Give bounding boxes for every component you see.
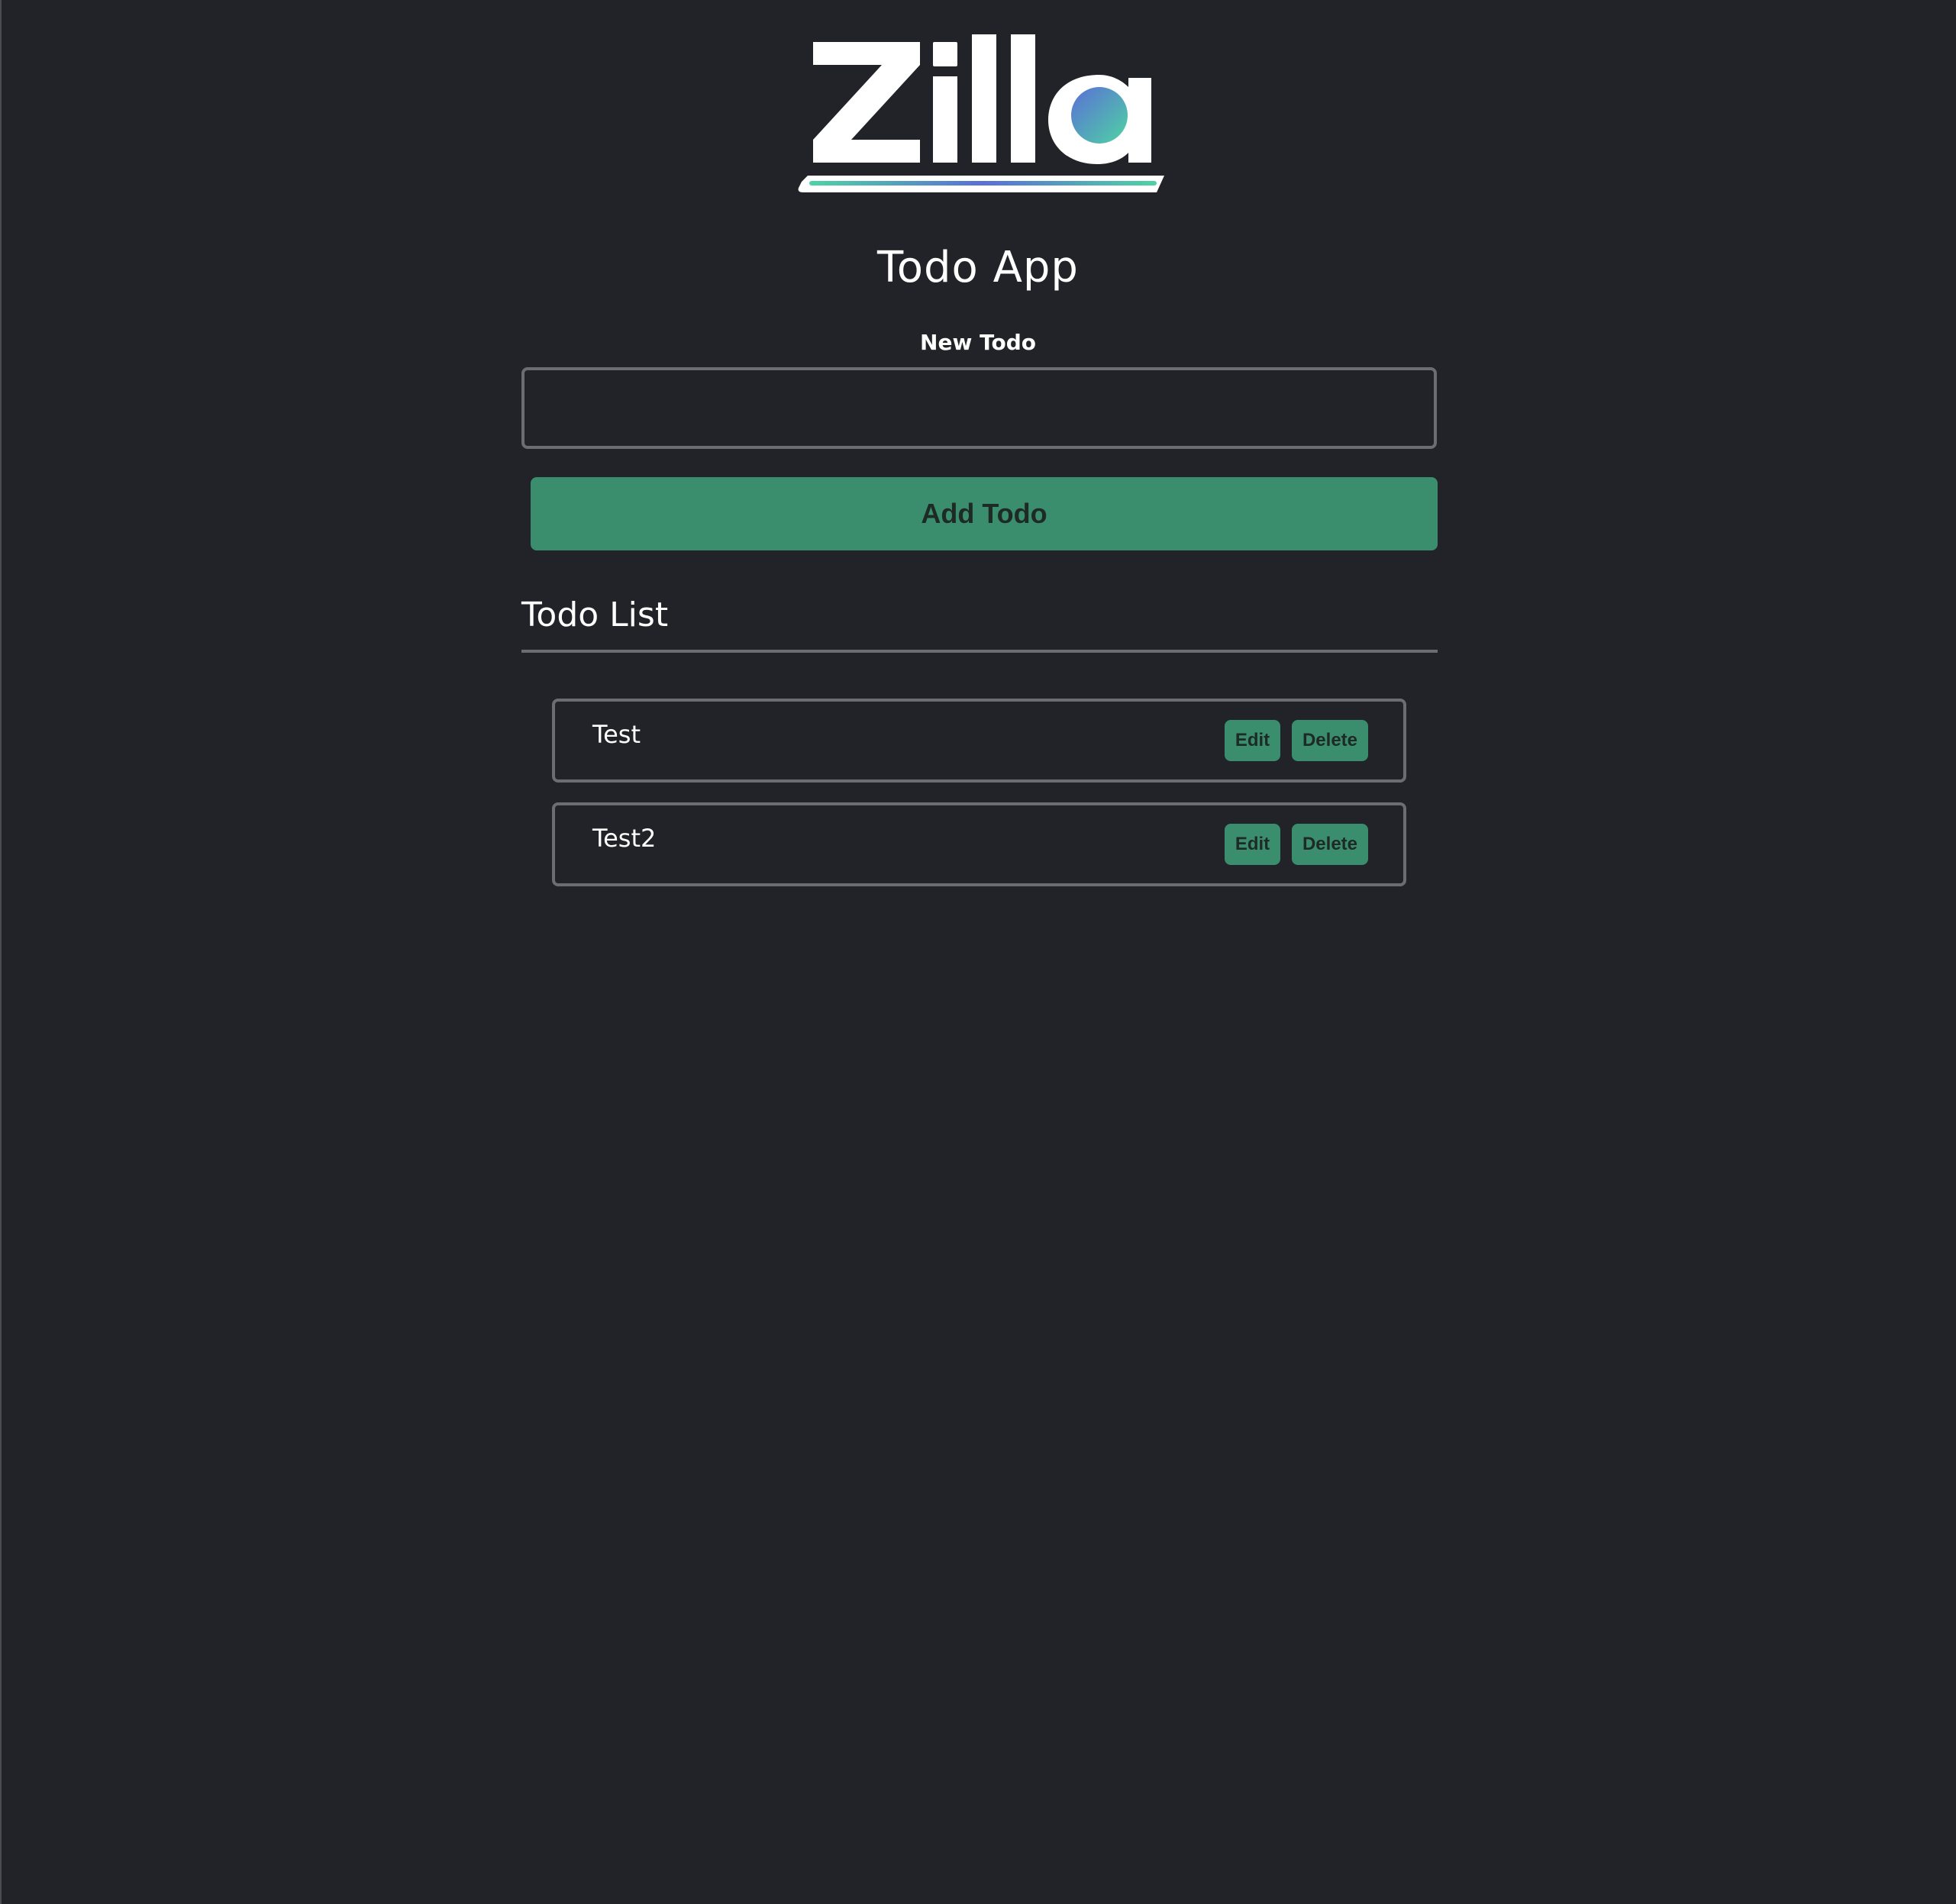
page-title: Todo App (877, 243, 1079, 292)
zilla-logo (794, 31, 1168, 202)
todo-list-heading: Todo List (521, 595, 669, 634)
todo-list-divider (521, 650, 1438, 653)
todo-item-text: Test (592, 720, 641, 749)
todo-item: Test2 Edit Delete (552, 802, 1406, 886)
todo-item-text: Test2 (592, 824, 657, 853)
delete-button[interactable]: Delete (1292, 720, 1368, 761)
add-todo-button[interactable]: Add Todo (531, 477, 1438, 550)
edit-button[interactable]: Edit (1225, 824, 1280, 865)
todo-item: Test Edit Delete (552, 699, 1406, 783)
delete-button[interactable]: Delete (1292, 824, 1368, 865)
new-todo-input[interactable] (521, 367, 1437, 449)
new-todo-label: New Todo (920, 330, 1036, 355)
edit-button[interactable]: Edit (1225, 720, 1280, 761)
